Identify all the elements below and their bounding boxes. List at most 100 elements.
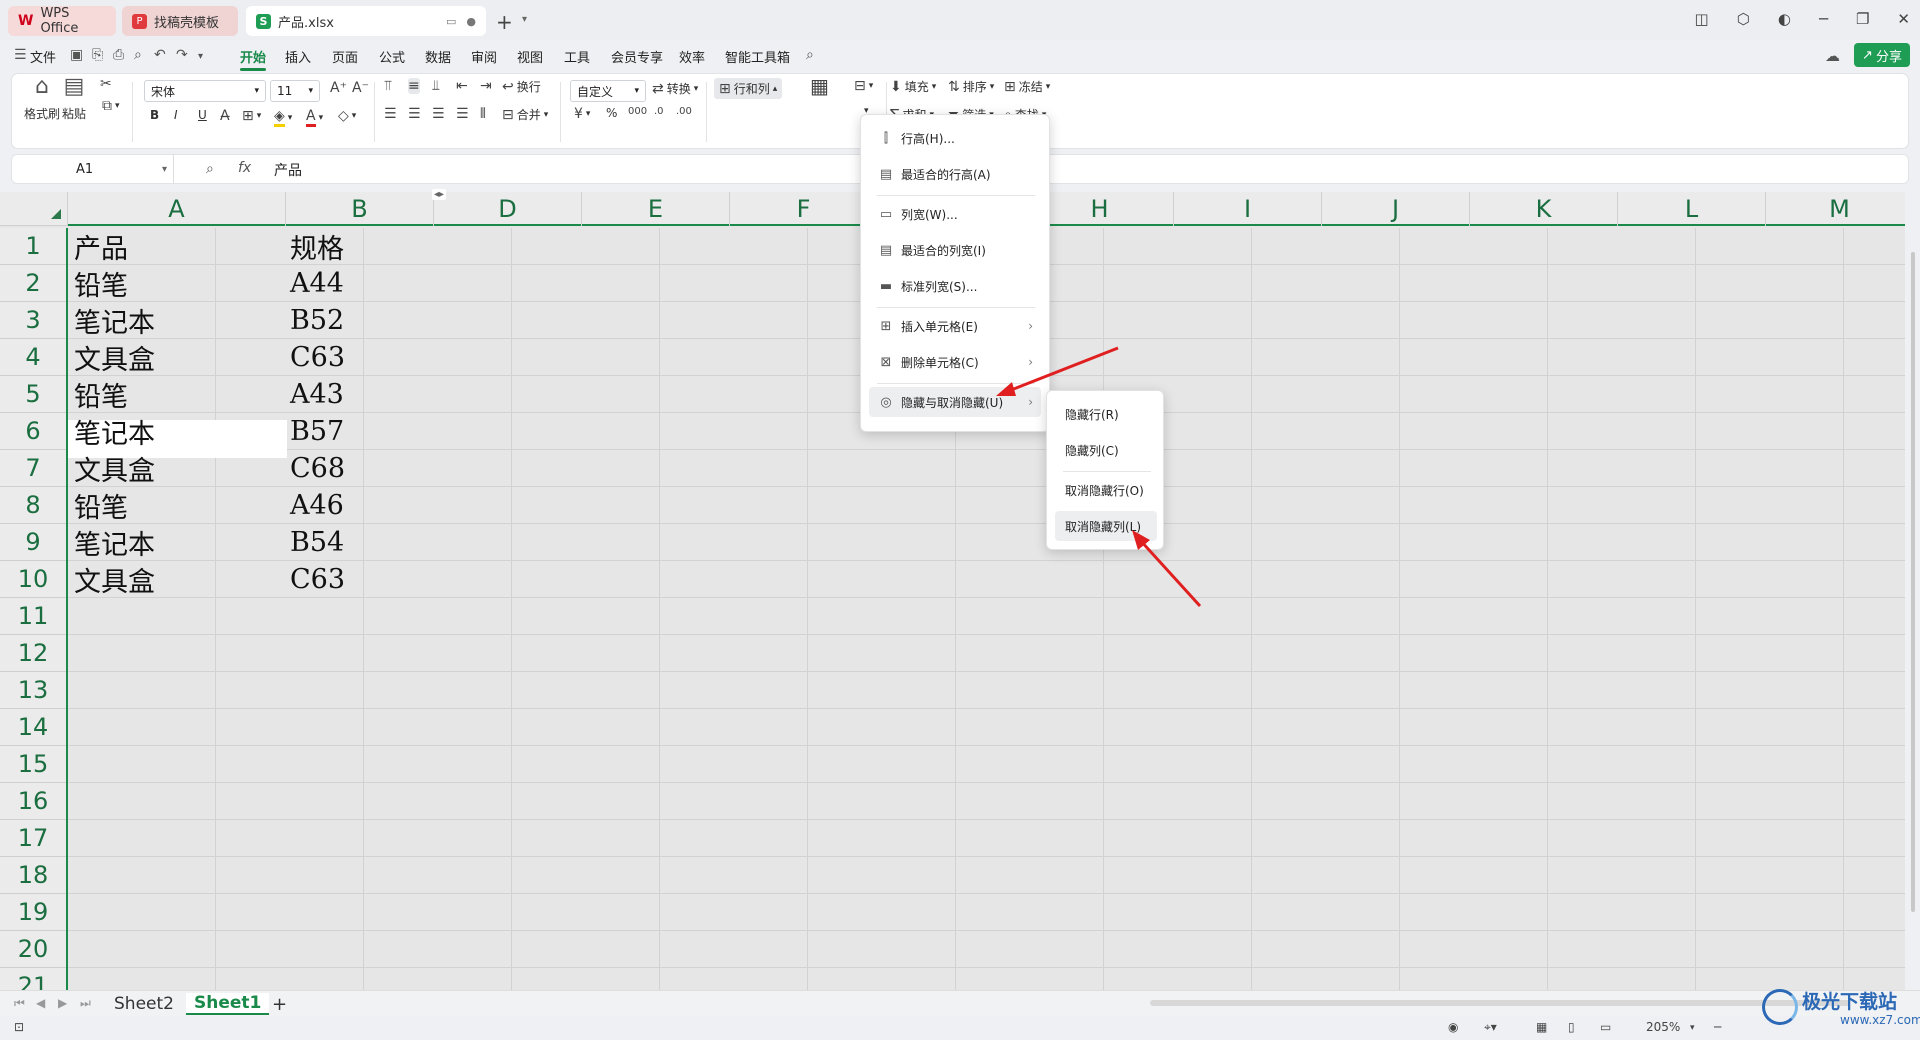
next-sheet-icon[interactable]: ▶ [58, 996, 67, 1010]
cut-icon[interactable]: ✂ [100, 76, 112, 92]
eye-protection-icon[interactable]: ◉ [1448, 1020, 1458, 1034]
cell-b5[interactable]: A43 [287, 376, 435, 413]
cell-b3[interactable]: B52 [287, 302, 435, 339]
percent-button[interactable]: % [606, 106, 617, 120]
chevron-down-icon[interactable]: ▾ [522, 14, 527, 25]
menu-best-row-height[interactable]: ▤ 最适合的行高(A) [869, 159, 1041, 189]
column-header-m[interactable]: M [1766, 192, 1905, 226]
menu-insert[interactable]: 插入 [285, 47, 311, 67]
row-header-7[interactable]: 7 [0, 450, 66, 487]
menu-row-height[interactable]: ⫿ 行高(H)... [869, 123, 1041, 153]
menu-page[interactable]: 页面 [332, 47, 358, 67]
export-icon[interactable]: ⎘ [92, 47, 103, 63]
column-header-f[interactable]: F [730, 192, 878, 226]
column-header-l[interactable]: L [1618, 192, 1766, 226]
underline-button[interactable]: U [198, 108, 207, 122]
align-middle-icon[interactable]: ≡ [408, 78, 420, 94]
zoom-formula-icon[interactable]: ⌕ [206, 161, 214, 177]
cell-a2[interactable]: 铅笔 [68, 265, 286, 302]
align-left-icon[interactable]: ☰ [384, 106, 397, 122]
border-icon[interactable]: ⊞ ▾ [242, 108, 261, 124]
macro-icon[interactable]: ⊡ [14, 1020, 24, 1034]
justify-icon[interactable]: ☰ [456, 106, 469, 122]
print-icon[interactable]: ⎙ [113, 47, 124, 63]
redo-icon[interactable]: ↷ [176, 47, 188, 63]
cube-icon[interactable]: ⬡ [1737, 10, 1750, 28]
font-size-select[interactable]: 11 ▾ [270, 80, 320, 102]
cell-a6[interactable]: 笔记本 [68, 413, 286, 450]
restore-icon[interactable]: ❐ [1856, 10, 1869, 28]
column-header-b[interactable]: B [286, 192, 434, 226]
strikethrough-icon[interactable]: A̶ [220, 108, 230, 124]
menu-hide-columns[interactable]: 隐藏列(C) [1055, 435, 1157, 465]
row-header-21[interactable]: 21 [0, 968, 66, 990]
number-format-select[interactable]: 自定义 ▾ [570, 80, 646, 102]
menu-delete-cells[interactable]: ⊠ 删除单元格(C) › [869, 347, 1041, 377]
hidden-column-marker-icon[interactable]: ◂▸ [432, 189, 447, 200]
cell-b4[interactable]: C63 [287, 339, 435, 376]
row-header-3[interactable]: 3 [0, 302, 66, 339]
cloud-icon[interactable]: ☁ [1825, 47, 1840, 65]
scroll-thumb[interactable] [1911, 252, 1915, 912]
copy-icon[interactable]: ⧉ ▾ [102, 98, 120, 114]
menu-tools[interactable]: 工具 [564, 47, 590, 67]
menu-view[interactable]: 视图 [517, 47, 543, 67]
row-header-16[interactable]: 16 [0, 783, 66, 820]
decrease-indent-icon[interactable]: ⇤ [456, 78, 468, 94]
close-icon[interactable]: ✕ [1897, 10, 1910, 28]
menu-insert-cells[interactable]: ⊞ 插入单元格(E) › [869, 311, 1041, 341]
horizontal-scrollbar[interactable] [1150, 1000, 1850, 1006]
row-header-2[interactable]: 2 [0, 265, 66, 302]
function-icon[interactable]: fx [238, 160, 251, 176]
column-header-e[interactable]: E [582, 192, 730, 226]
row-header-20[interactable]: 20 [0, 931, 66, 968]
chevron-down-icon[interactable]: ▾ [198, 51, 203, 62]
italic-button[interactable]: I [174, 108, 178, 122]
paste-button[interactable]: ▤ 粘贴 [62, 74, 86, 122]
chevron-down-icon[interactable]: ▾ [1690, 1023, 1695, 1033]
menu-file[interactable]: 文件 [30, 47, 56, 67]
menu-smart-toolbox[interactable]: 智能工具箱 [725, 47, 790, 67]
row-header-11[interactable]: 11 [0, 598, 66, 635]
menu-home[interactable]: 开始 [240, 47, 267, 71]
menu-member[interactable]: 会员专享 [611, 47, 663, 67]
menu-standard-column-width[interactable]: ▬ 标准列宽(S)... [869, 271, 1041, 301]
zoom-out-icon[interactable]: ─ [1714, 1020, 1721, 1034]
normal-view-icon[interactable]: ▦ [1536, 1020, 1547, 1034]
monitor-icon[interactable]: ▭ [446, 15, 456, 28]
menu-best-column-width[interactable]: ▤ 最适合的列宽(I) [869, 235, 1041, 265]
menu-data[interactable]: 数据 [425, 47, 451, 67]
eraser-icon[interactable]: ◇ ▾ [338, 108, 356, 124]
increase-indent-icon[interactable]: ⇥ [480, 78, 492, 94]
font-color-icon[interactable]: A ▾ [306, 108, 323, 127]
row-header-1[interactable]: 1 [0, 228, 66, 265]
row-header-17[interactable]: 17 [0, 820, 66, 857]
sheet-tab-sheet1[interactable]: Sheet1 [186, 993, 270, 1015]
menu-unhide-rows[interactable]: 取消隐藏行(O) [1055, 475, 1157, 505]
vertical-scrollbar[interactable] [1906, 192, 1920, 990]
menu-column-width[interactable]: ▭ 列宽(W)... [869, 199, 1041, 229]
minimize-icon[interactable]: ─ [1819, 10, 1828, 28]
decrease-decimal-icon[interactable]: .00 [676, 106, 692, 117]
worksheet-icon[interactable]: ▦ [810, 74, 829, 98]
thousands-icon[interactable]: 000 [628, 106, 647, 117]
cell-a5[interactable]: 铅笔 [68, 376, 286, 413]
sort-button[interactable]: ⇅ 排序 ▾ [948, 78, 994, 95]
column-header-i[interactable]: I [1174, 192, 1322, 226]
add-sheet-button[interactable]: + [264, 993, 295, 1015]
conditional-format-icon[interactable]: ⊟ ▾ [854, 78, 873, 94]
align-top-icon[interactable]: ⫪ [384, 78, 392, 94]
sheet-tab-sheet2[interactable]: Sheet2 [106, 993, 182, 1015]
tab-template[interactable]: P 找稿壳模板 [122, 6, 238, 36]
tab-wps-office[interactable]: W WPS Office [8, 6, 116, 36]
print-preview-icon[interactable]: ⌕ [134, 47, 142, 63]
column-header-k[interactable]: K [1470, 192, 1618, 226]
menu-efficiency[interactable]: 效率 [679, 47, 705, 67]
freeze-button[interactable]: ⊞ 冻结 ▾ [1004, 78, 1050, 95]
row-header-13[interactable]: 13 [0, 672, 66, 709]
dot-icon[interactable]: ● [466, 15, 476, 28]
row-header-19[interactable]: 19 [0, 894, 66, 931]
last-sheet-icon[interactable]: ⏭ [80, 996, 91, 1011]
cell-a4[interactable]: 文具盒 [68, 339, 286, 376]
save-icon[interactable]: ▣ [70, 47, 83, 63]
